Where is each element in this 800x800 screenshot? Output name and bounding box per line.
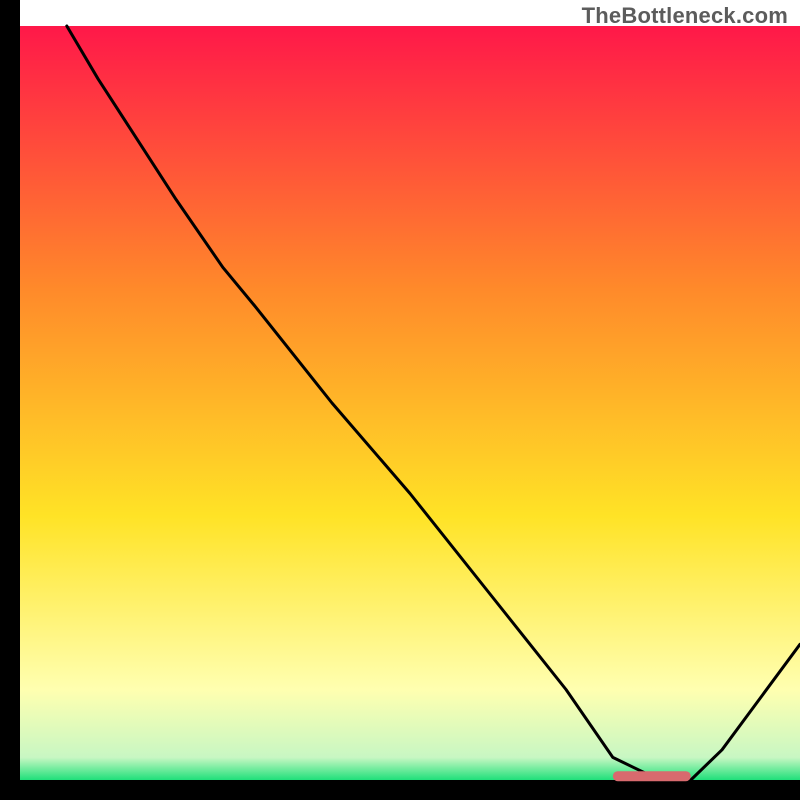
chart-svg [0,0,800,800]
highlight-band [613,771,691,781]
chart-container: TheBottleneck.com [0,0,800,800]
x-axis [0,780,800,800]
y-axis [0,0,20,800]
